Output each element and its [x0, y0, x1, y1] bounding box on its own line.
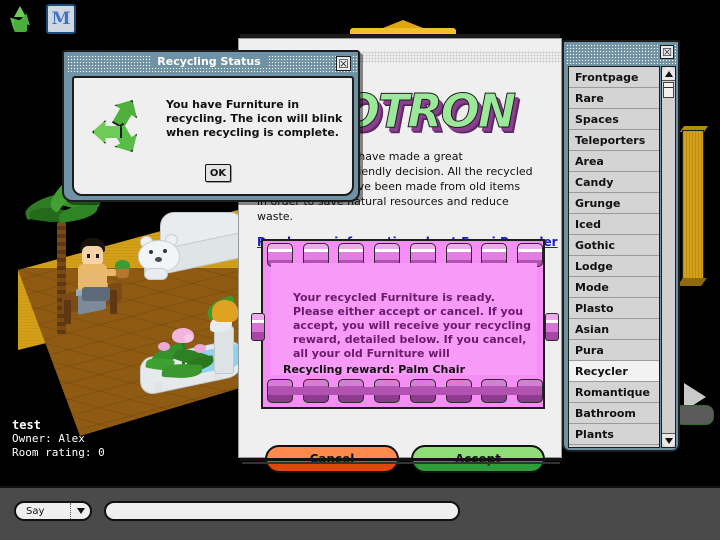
- sidebar-item-plasto[interactable]: Plasto: [569, 298, 659, 319]
- bear-eye: [149, 250, 153, 254]
- next-page-button[interactable]: [678, 405, 714, 425]
- bear-eye: [163, 249, 167, 253]
- avatar-eye: [87, 254, 90, 258]
- orange-plant-furni[interactable]: [212, 300, 238, 322]
- moderation-icon-letter: M: [51, 8, 71, 29]
- category-list[interactable]: Frontpage Rare Spaces Teleporters Area C…: [568, 66, 660, 448]
- fountain-statue: [214, 326, 234, 374]
- room-rating: Room rating: 0: [12, 446, 105, 459]
- sidebar-item-candy[interactable]: Candy: [569, 172, 659, 193]
- bear-paw: [144, 268, 168, 280]
- chat-input[interactable]: [104, 501, 460, 521]
- sidebar-item-asian[interactable]: Asian: [569, 319, 659, 340]
- scrollbar-thumb[interactable]: [663, 82, 674, 98]
- held-plant-pot: [116, 269, 129, 278]
- flower-bloom: [158, 342, 170, 351]
- avatar-eye: [96, 254, 99, 258]
- close-icon[interactable]: ☒: [336, 56, 351, 71]
- recycler-message-area: Your recycled Furniture is ready. Please…: [271, 263, 537, 376]
- sidebar-item-area[interactable]: Area: [569, 151, 659, 172]
- recycler-message: Your recycled Furniture is ready. Please…: [293, 291, 532, 360]
- polar-bear-sofa[interactable]: [138, 212, 244, 284]
- bench-leg: [64, 300, 71, 324]
- sidebar-item-rare[interactable]: Rare: [569, 88, 659, 109]
- recycle-icon[interactable]: [6, 4, 36, 34]
- flower-bloom: [184, 334, 193, 342]
- sidebar-item-romantique[interactable]: Romantique: [569, 382, 659, 403]
- room-owner: Owner: Alex: [12, 432, 85, 445]
- recycler-panel: Your recycled Furniture is ready. Please…: [251, 239, 559, 409]
- sidebar-item-plants[interactable]: Plants: [569, 424, 659, 445]
- bottom-toolbar: Say: [0, 486, 720, 540]
- recycle-arrow-bottom: [14, 20, 27, 32]
- dialog-title: Recycling Status: [151, 54, 267, 68]
- bathtub-foot: [154, 382, 162, 392]
- recycle-icon: [92, 98, 154, 156]
- room-info: test Owner: Alex Room rating: 0: [12, 418, 105, 460]
- bathtub-planter[interactable]: [140, 316, 252, 398]
- flower-bloom: [194, 344, 206, 353]
- catalogue-category-window[interactable]: ☒ Frontpage Rare Spaces Teleporters Area…: [562, 40, 680, 452]
- chat-mode-label: Say: [26, 505, 45, 517]
- sidebar-item-grunge[interactable]: Grunge: [569, 193, 659, 214]
- sidebar-item-pura[interactable]: Pura: [569, 340, 659, 361]
- recycle-arrow-top: [14, 6, 26, 17]
- sidebar-item-bathroom[interactable]: Bathroom: [569, 403, 659, 424]
- dialog-message: You have Furniture in recycling. The ico…: [166, 98, 343, 139]
- avatar-head: [82, 246, 103, 266]
- sidebar-item-mode[interactable]: Mode: [569, 277, 659, 298]
- recycling-reward-label: Recycling reward: Palm Chair: [283, 363, 465, 376]
- ok-button[interactable]: OK: [205, 164, 231, 182]
- dialog-body: You have Furniture in recycling. The ico…: [72, 76, 354, 196]
- scroll-up-button[interactable]: [662, 67, 675, 81]
- panel-knob-left: [251, 313, 265, 341]
- page-edge[interactable]: [682, 130, 704, 282]
- chat-mode-dropdown[interactable]: Say: [14, 501, 92, 521]
- chevron-down-glyph: [76, 508, 85, 514]
- page-shadow: [242, 462, 560, 464]
- sidebar-item-iced[interactable]: Iced: [569, 214, 659, 235]
- body-line: waste.: [257, 210, 294, 223]
- panel-bottom-bar: [269, 387, 541, 395]
- avatar-legs: [82, 287, 110, 301]
- chevron-down-icon[interactable]: [70, 503, 90, 519]
- sidebar-item-teleporters[interactable]: Teleporters: [569, 130, 659, 151]
- bear-nose: [155, 257, 162, 262]
- sidebar-item-recycler[interactable]: Recycler: [569, 361, 659, 382]
- recycling-status-dialog[interactable]: Recycling Status ☒ You have Furniture in…: [62, 50, 360, 202]
- room-name: test: [12, 418, 41, 432]
- panel-knob-right: [545, 313, 559, 341]
- sidebar-item-spaces[interactable]: Spaces: [569, 109, 659, 130]
- sidebar-item-lodge[interactable]: Lodge: [569, 256, 659, 277]
- sidebar-item-gothic[interactable]: Gothic: [569, 235, 659, 256]
- close-icon[interactable]: ☒: [660, 45, 674, 59]
- habbo-client: test Owner: Alex Room rating: 0 M RECYCL…: [0, 0, 720, 540]
- moderation-icon[interactable]: M: [46, 4, 76, 34]
- category-scrollbar[interactable]: [661, 66, 676, 448]
- page-shadow: [240, 458, 562, 461]
- sidebar-item-frontpage[interactable]: Frontpage: [569, 67, 659, 88]
- chevron-down-icon: [664, 437, 673, 444]
- avatar[interactable]: [74, 238, 130, 304]
- dialog-title-wrap: Recycling Status: [64, 52, 354, 70]
- chevron-up-icon: [664, 70, 673, 77]
- status-icon-tray: M: [6, 4, 76, 34]
- held-plant-icon: [114, 260, 130, 278]
- scroll-down-button[interactable]: [662, 433, 675, 447]
